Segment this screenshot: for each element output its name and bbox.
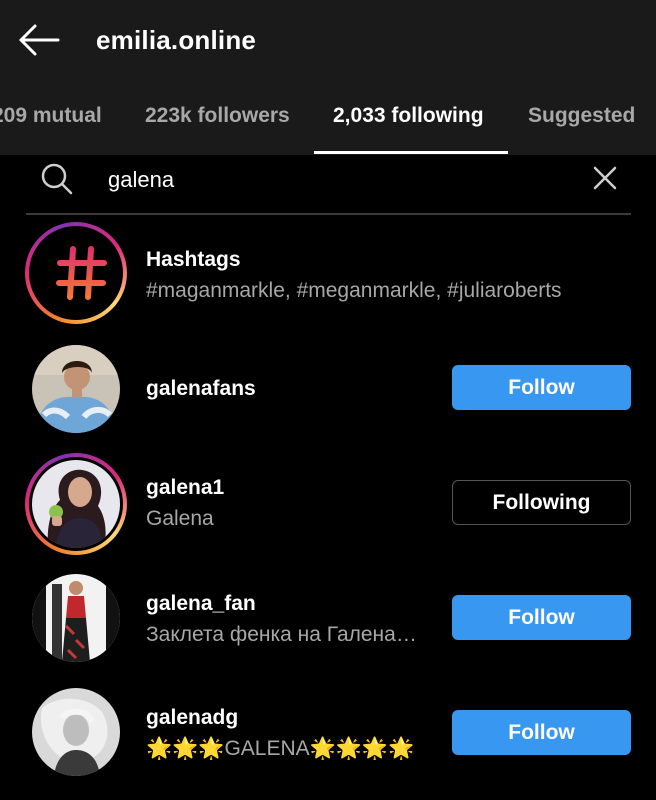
list-item[interactable]: galenadg 🌟🌟🌟GALENA🌟🌟🌟🌟 Follow <box>0 686 656 786</box>
result-username: galena_fan <box>146 592 256 615</box>
avatar[interactable] <box>32 460 120 548</box>
profile-username-title: emilia.online <box>96 25 257 55</box>
hashtags-subtitle: #maganmarkle, #meganmarkle, #juliarobert… <box>146 279 562 302</box>
avatar[interactable] <box>32 345 120 433</box>
search-icon <box>41 163 73 195</box>
result-subtitle: 🌟🌟🌟GALENA🌟🌟🌟🌟 <box>146 737 415 760</box>
search-divider <box>26 213 631 215</box>
follow-button[interactable]: Follow <box>452 365 631 410</box>
tab-followers[interactable]: 223k followers <box>145 96 290 136</box>
following-button[interactable]: Following <box>452 480 631 525</box>
hashtags-title: Hashtags <box>146 248 241 271</box>
close-icon[interactable] <box>590 163 620 193</box>
result-subtitle: Заклета фенка на Галена… <box>146 623 417 646</box>
result-username: galenadg <box>146 706 239 729</box>
follow-button[interactable]: Follow <box>452 710 631 755</box>
active-tab-indicator <box>314 151 508 154</box>
result-username: galenafans <box>146 377 256 400</box>
header-bar: emilia.online 209 mutual 223k followers … <box>0 0 656 155</box>
list-item[interactable]: galena_fan Заклета фенка на Галена… Foll… <box>0 572 656 672</box>
hashtags-row[interactable]: Hashtags #maganmarkle, #meganmarkle, #ju… <box>0 222 656 324</box>
list-item[interactable]: galena1 Galena Following <box>0 453 656 555</box>
avatar[interactable] <box>32 574 120 662</box>
search-input[interactable] <box>108 160 568 200</box>
result-subtitle: Galena <box>146 507 214 530</box>
avatar[interactable] <box>32 688 120 776</box>
tab-suggested[interactable]: Suggested <box>528 96 635 136</box>
tab-following[interactable]: 2,033 following <box>333 96 484 136</box>
hashtag-icon <box>56 246 107 300</box>
tab-mutual[interactable]: 209 mutual <box>0 96 102 136</box>
arrow-left-icon[interactable] <box>16 22 60 58</box>
list-item[interactable]: galenafans Follow <box>0 340 656 440</box>
follow-button[interactable]: Follow <box>452 595 631 640</box>
result-username: galena1 <box>146 476 225 499</box>
